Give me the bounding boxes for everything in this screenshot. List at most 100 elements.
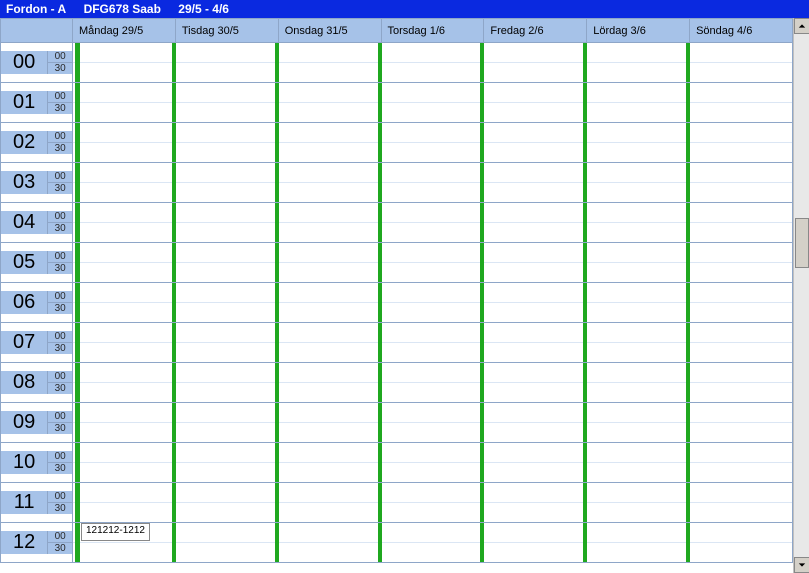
calendar-cell[interactable] <box>175 203 278 243</box>
calendar-cell[interactable] <box>587 43 690 83</box>
calendar-cell[interactable] <box>73 83 176 123</box>
calendar-cell[interactable] <box>484 403 587 443</box>
calendar-cell[interactable] <box>690 243 793 283</box>
calendar-cell[interactable] <box>587 243 690 283</box>
calendar-cell[interactable] <box>278 163 381 203</box>
calendar-cell[interactable] <box>73 283 176 323</box>
calendar-cell[interactable] <box>73 163 176 203</box>
calendar-cell[interactable] <box>690 403 793 443</box>
calendar-cell[interactable] <box>690 363 793 403</box>
day-header[interactable]: Måndag 29/5 <box>73 19 176 43</box>
calendar-cell[interactable] <box>381 523 484 563</box>
calendar-cell[interactable] <box>381 283 484 323</box>
calendar-cell[interactable] <box>175 163 278 203</box>
calendar-cell[interactable] <box>175 403 278 443</box>
calendar-cell[interactable] <box>175 483 278 523</box>
calendar-cell[interactable] <box>587 483 690 523</box>
calendar-event[interactable]: 121212-1212 <box>81 523 150 541</box>
calendar-cell[interactable] <box>587 283 690 323</box>
calendar-cell[interactable] <box>484 243 587 283</box>
calendar-cell[interactable] <box>690 123 793 163</box>
calendar-cell[interactable]: 121212-1212 <box>73 523 176 563</box>
calendar-cell[interactable] <box>587 403 690 443</box>
calendar-cell[interactable] <box>73 323 176 363</box>
calendar-cell[interactable] <box>484 483 587 523</box>
calendar-cell[interactable] <box>73 243 176 283</box>
calendar-cell[interactable] <box>278 43 381 83</box>
calendar-cell[interactable] <box>690 83 793 123</box>
calendar-cell[interactable] <box>587 323 690 363</box>
day-header[interactable]: Torsdag 1/6 <box>381 19 484 43</box>
calendar-cell[interactable] <box>690 443 793 483</box>
calendar-cell[interactable] <box>73 123 176 163</box>
calendar-cell[interactable] <box>690 203 793 243</box>
calendar-cell[interactable] <box>484 443 587 483</box>
calendar-cell[interactable] <box>175 243 278 283</box>
calendar-cell[interactable] <box>278 403 381 443</box>
calendar-cell[interactable] <box>484 43 587 83</box>
calendar-cell[interactable] <box>587 163 690 203</box>
calendar-cell[interactable] <box>278 323 381 363</box>
calendar-cell[interactable] <box>587 203 690 243</box>
calendar-cell[interactable] <box>690 323 793 363</box>
day-header[interactable]: Tisdag 30/5 <box>175 19 278 43</box>
calendar-cell[interactable] <box>278 243 381 283</box>
calendar-cell[interactable] <box>381 123 484 163</box>
scroll-up-button[interactable] <box>794 18 809 34</box>
calendar-cell[interactable] <box>381 43 484 83</box>
calendar-cell[interactable] <box>484 283 587 323</box>
day-header[interactable]: Fredag 2/6 <box>484 19 587 43</box>
vertical-scrollbar[interactable] <box>793 18 809 573</box>
calendar-cell[interactable] <box>278 363 381 403</box>
calendar-cell[interactable] <box>587 123 690 163</box>
calendar-cell[interactable] <box>381 483 484 523</box>
calendar-cell[interactable] <box>278 83 381 123</box>
calendar-cell[interactable] <box>587 363 690 403</box>
calendar-cell[interactable] <box>587 443 690 483</box>
calendar-cell[interactable] <box>587 523 690 563</box>
calendar-cell[interactable] <box>484 203 587 243</box>
day-header[interactable]: Lördag 3/6 <box>587 19 690 43</box>
calendar-cell[interactable] <box>690 483 793 523</box>
calendar-cell[interactable] <box>278 523 381 563</box>
calendar-cell[interactable] <box>587 83 690 123</box>
scroll-down-button[interactable] <box>794 557 809 573</box>
calendar-cell[interactable] <box>175 323 278 363</box>
calendar-cell[interactable] <box>381 403 484 443</box>
calendar-cell[interactable] <box>381 363 484 403</box>
calendar-cell[interactable] <box>73 443 176 483</box>
calendar-cell[interactable] <box>381 323 484 363</box>
calendar-cell[interactable] <box>381 203 484 243</box>
calendar-cell[interactable] <box>175 363 278 403</box>
calendar-cell[interactable] <box>690 283 793 323</box>
calendar-cell[interactable] <box>73 483 176 523</box>
calendar-cell[interactable] <box>484 163 587 203</box>
calendar-cell[interactable] <box>175 123 278 163</box>
calendar-cell[interactable] <box>484 363 587 403</box>
calendar-cell[interactable] <box>484 323 587 363</box>
calendar-cell[interactable] <box>73 43 176 83</box>
calendar-cell[interactable] <box>381 163 484 203</box>
calendar-cell[interactable] <box>278 283 381 323</box>
scroll-thumb[interactable] <box>795 218 809 268</box>
calendar-cell[interactable] <box>175 283 278 323</box>
calendar-cell[interactable] <box>690 43 793 83</box>
calendar-cell[interactable] <box>381 443 484 483</box>
calendar-cell[interactable] <box>278 123 381 163</box>
calendar-cell[interactable] <box>484 83 587 123</box>
calendar-cell[interactable] <box>278 483 381 523</box>
day-header[interactable]: Söndag 4/6 <box>690 19 793 43</box>
calendar-cell[interactable] <box>175 443 278 483</box>
calendar-cell[interactable] <box>175 83 278 123</box>
calendar-cell[interactable] <box>73 363 176 403</box>
calendar-cell[interactable] <box>175 523 278 563</box>
calendar-cell[interactable] <box>73 203 176 243</box>
calendar-cell[interactable] <box>690 163 793 203</box>
calendar-cell[interactable] <box>484 123 587 163</box>
calendar-cell[interactable] <box>690 523 793 563</box>
calendar-cell[interactable] <box>484 523 587 563</box>
calendar-cell[interactable] <box>73 403 176 443</box>
calendar-cell[interactable] <box>175 43 278 83</box>
calendar-cell[interactable] <box>278 203 381 243</box>
calendar-cell[interactable] <box>381 243 484 283</box>
